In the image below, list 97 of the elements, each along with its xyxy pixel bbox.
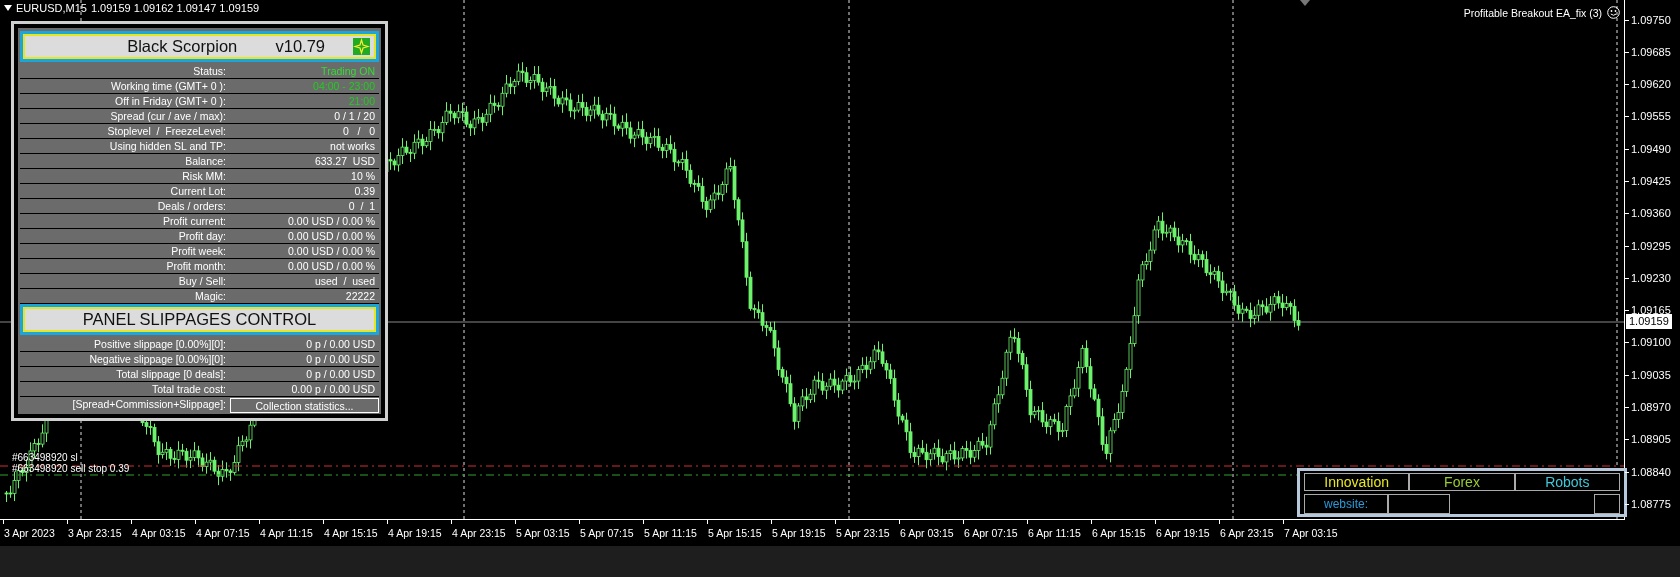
row-label: Profit month: bbox=[165, 259, 226, 273]
row-value: 04:00 - 23:00 bbox=[312, 79, 376, 93]
row-value: 0.00 p / 0.00 USD bbox=[290, 382, 376, 396]
row-value: 0.00 USD / 0.00 % bbox=[287, 229, 376, 243]
price-label: 1.09230 bbox=[1625, 271, 1671, 284]
order-label: #663498920 sl bbox=[12, 452, 78, 463]
row-value: 0 / 1 / 20 bbox=[333, 109, 376, 123]
row-label: Profit week: bbox=[170, 244, 226, 258]
time-label: 4 Apr 19:15 bbox=[388, 520, 452, 546]
row-label: Buy / Sell: bbox=[177, 274, 226, 288]
row-value: 0 p / 0.00 USD bbox=[305, 352, 376, 366]
row-value: 0.00 USD / 0.00 % bbox=[287, 244, 376, 258]
time-label: 4 Apr 15:15 bbox=[324, 520, 388, 546]
row-value: 0 p / 0.00 USD bbox=[305, 337, 376, 351]
time-label: 5 Apr 03:15 bbox=[516, 520, 580, 546]
expert-label: Profitable Breakout EA_fix (3) bbox=[1463, 7, 1602, 19]
row-label: [Spread+Commission+Slippage]: bbox=[71, 397, 226, 411]
time-label: 4 Apr 11:15 bbox=[260, 520, 324, 546]
time-label: 6 Apr 15:15 bbox=[1092, 520, 1156, 546]
row-value: 0 p / 0.00 USD bbox=[305, 367, 376, 381]
row-label: Total slippage [0 deals]: bbox=[115, 367, 226, 381]
price-label: 1.08905 bbox=[1625, 433, 1671, 446]
banner-cell: Innovation bbox=[1304, 473, 1410, 491]
row-label: Profit day: bbox=[177, 229, 226, 243]
price-label: 1.08775 bbox=[1625, 497, 1671, 510]
blank-cell bbox=[1388, 494, 1450, 514]
row-label: Profit current: bbox=[161, 214, 226, 228]
time-label: 5 Apr 19:15 bbox=[772, 520, 836, 546]
time-label: 5 Apr 11:15 bbox=[644, 520, 708, 546]
row-value: 0 / 1 bbox=[347, 199, 376, 213]
row-value: 22222 bbox=[344, 289, 376, 303]
time-label: 4 Apr 03:15 bbox=[132, 520, 196, 546]
row-value: 633.27 USD bbox=[313, 154, 376, 168]
price-label: 1.09425 bbox=[1625, 175, 1671, 188]
dropdown-icon[interactable] bbox=[4, 5, 12, 11]
time-label: 5 Apr 23:15 bbox=[836, 520, 900, 546]
section-title: PANEL SLIPPAGES CONTROL bbox=[81, 310, 318, 329]
time-label: 3 Apr 2023 bbox=[4, 520, 68, 546]
price-label: 1.09555 bbox=[1625, 110, 1671, 123]
row-value: 0.00 USD / 0.00 % bbox=[287, 259, 376, 273]
row-label: Working time (GMT+ 0 ): bbox=[109, 79, 226, 93]
row-value: not works bbox=[329, 139, 376, 153]
statistics-button[interactable]: Collection statistics... bbox=[230, 398, 379, 413]
time-label: 3 Apr 23:15 bbox=[68, 520, 132, 546]
price-label: 1.08970 bbox=[1625, 401, 1671, 413]
time-label: 6 Apr 03:15 bbox=[900, 520, 964, 546]
banner-cell: Forex bbox=[1409, 473, 1515, 491]
quote-label: 1.09159 1.09162 1.09147 1.09159 bbox=[90, 2, 260, 14]
time-label: 6 Apr 23:15 bbox=[1220, 520, 1284, 546]
time-label: 6 Apr 11:15 bbox=[1028, 520, 1092, 546]
sparkle-icon[interactable] bbox=[353, 38, 370, 55]
blank-cell bbox=[1594, 494, 1620, 514]
row-label: Stoplevel / FreezeLevel: bbox=[106, 124, 226, 138]
row-value: 10 % bbox=[350, 169, 376, 183]
row-label: Total trade cost: bbox=[150, 382, 226, 396]
row-label: Magic: bbox=[194, 289, 226, 303]
row-label: Negative slippage [0.00%][0]: bbox=[88, 352, 226, 366]
row-value: Trading ON bbox=[320, 64, 376, 78]
time-label: 4 Apr 07:15 bbox=[196, 520, 260, 546]
panel-title: Black Scorpion bbox=[126, 37, 239, 56]
row-value: used / used bbox=[313, 274, 376, 288]
row-label: Status: bbox=[192, 64, 226, 78]
row-label: Using hidden SL and TP: bbox=[108, 139, 226, 153]
price-label: 1.09750 bbox=[1625, 13, 1671, 26]
row-value: 0.00 USD / 0.00 % bbox=[287, 214, 376, 228]
price-label: 1.09100 bbox=[1625, 336, 1671, 349]
smiley-icon bbox=[1607, 6, 1620, 19]
price-label: 1.09685 bbox=[1625, 45, 1671, 58]
time-label: 7 Apr 03:15 bbox=[1284, 520, 1348, 546]
current-price-label: 1.09159 bbox=[1626, 314, 1672, 329]
time-label: 5 Apr 15:15 bbox=[708, 520, 772, 546]
row-value: 0 / 0 bbox=[341, 124, 376, 138]
price-label: 1.09620 bbox=[1625, 78, 1671, 91]
symbol-label: EURUSD,M15 bbox=[16, 2, 87, 14]
price-label: 1.08840 bbox=[1625, 465, 1671, 478]
row-label: Deals / orders: bbox=[156, 199, 226, 213]
triangle-icon bbox=[1300, 0, 1310, 6]
row-label: Balance: bbox=[184, 154, 226, 168]
row-label: Positive slippage [0.00%][0]: bbox=[93, 337, 226, 351]
time-label: 6 Apr 07:15 bbox=[964, 520, 1028, 546]
price-label: 1.09035 bbox=[1625, 368, 1671, 381]
time-label: 5 Apr 07:15 bbox=[580, 520, 644, 546]
row-label: Risk MM: bbox=[181, 169, 226, 183]
time-label: 4 Apr 23:15 bbox=[452, 520, 516, 546]
row-label: Spread (cur / ave / max): bbox=[109, 109, 226, 123]
price-label: 1.09360 bbox=[1625, 207, 1671, 220]
website-label: website: bbox=[1304, 494, 1388, 514]
time-label: 6 Apr 19:15 bbox=[1156, 520, 1220, 546]
price-label: 1.09165 bbox=[1625, 304, 1671, 317]
row-value: 0.39 bbox=[353, 184, 376, 198]
row-value: 21:00 bbox=[347, 94, 376, 108]
banner-cell: Robots bbox=[1514, 473, 1620, 491]
price-label: 1.09490 bbox=[1625, 142, 1671, 155]
row-label: Off in Friday (GMT+ 0 ): bbox=[114, 94, 226, 108]
row-label: Current Lot: bbox=[169, 184, 226, 198]
price-label: 1.09295 bbox=[1625, 239, 1671, 252]
version-label: v10.79 bbox=[275, 37, 326, 56]
